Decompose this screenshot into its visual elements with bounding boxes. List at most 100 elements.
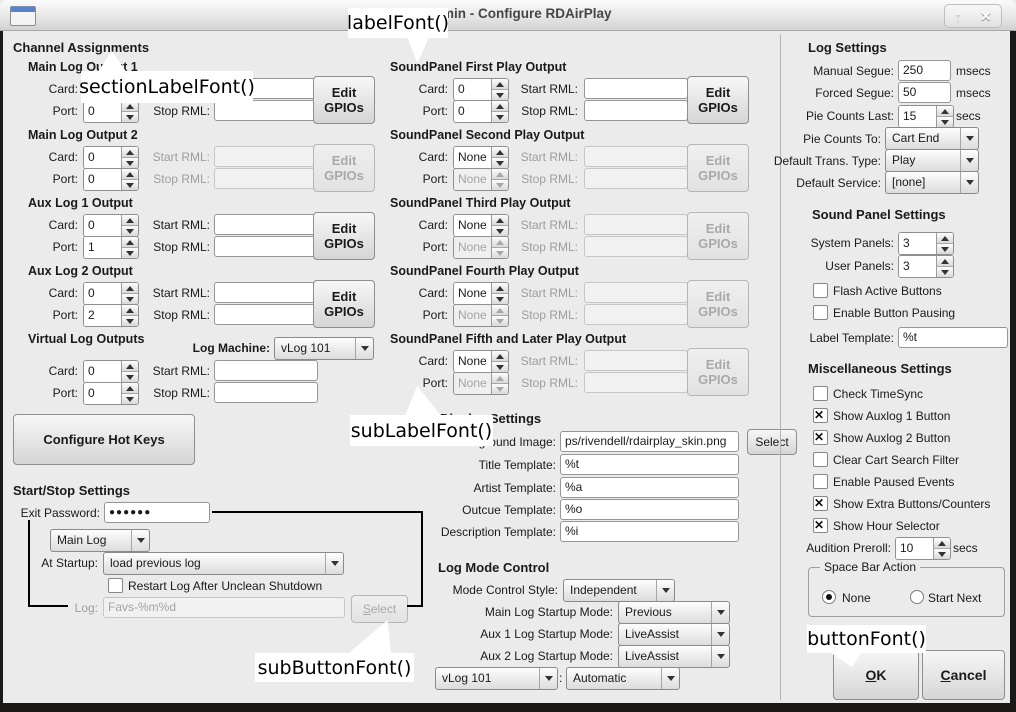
spin-up-icon[interactable] xyxy=(122,283,138,293)
spin-up-icon[interactable] xyxy=(492,215,508,225)
spin-up-icon[interactable] xyxy=(492,283,508,293)
spin-down-icon[interactable] xyxy=(492,157,508,168)
background-select-button[interactable]: Select xyxy=(747,429,797,455)
mode-control-style-combo[interactable]: Independent xyxy=(563,579,675,602)
spin-up-icon[interactable] xyxy=(122,215,138,225)
spin-buttons[interactable] xyxy=(121,147,138,168)
spin-buttons[interactable] xyxy=(121,215,138,236)
spin-down-icon[interactable] xyxy=(492,111,508,122)
edit-gpios-button[interactable]: EditGPIOs xyxy=(313,76,375,124)
stop-rml-field[interactable] xyxy=(214,100,318,121)
user-panels-spinbox[interactable]: 3 xyxy=(898,255,954,278)
card-spinbox[interactable]: None xyxy=(453,282,509,305)
artist-template-field[interactable]: %a xyxy=(560,477,739,498)
stop-rml-field[interactable] xyxy=(584,100,688,121)
spin-buttons[interactable] xyxy=(491,351,508,372)
spin-up-icon[interactable] xyxy=(937,256,953,266)
card-spinbox[interactable]: None xyxy=(453,350,509,373)
vlog-machine-combo[interactable]: vLog 101 xyxy=(435,667,558,690)
spin-buttons[interactable] xyxy=(121,101,138,122)
restart-log-checkbox[interactable] xyxy=(108,578,123,593)
spin-buttons[interactable] xyxy=(936,233,953,254)
spin-buttons[interactable] xyxy=(121,383,138,404)
card-spinbox[interactable]: 0 xyxy=(83,282,139,305)
spin-down-icon[interactable] xyxy=(492,293,508,304)
card-spinbox[interactable]: 0 xyxy=(83,360,139,383)
spin-buttons[interactable] xyxy=(936,106,953,127)
spin-buttons[interactable] xyxy=(491,147,508,168)
port-spinbox[interactable]: 2 xyxy=(83,304,139,327)
pie-counts-to-combo[interactable]: Cart End xyxy=(885,127,979,150)
configure-hot-keys-button[interactable]: Configure Hot Keys xyxy=(13,414,195,465)
vlog-mode-combo[interactable]: Automatic xyxy=(566,667,680,690)
spin-buttons[interactable] xyxy=(933,538,950,559)
spin-buttons[interactable] xyxy=(936,256,953,277)
spin-buttons[interactable] xyxy=(121,237,138,258)
spin-down-icon[interactable] xyxy=(122,157,138,168)
start-rml-field[interactable] xyxy=(214,214,318,235)
close-icon[interactable]: ✕ xyxy=(980,8,992,25)
spin-buttons[interactable] xyxy=(121,361,138,382)
space-bar-none-radio[interactable] xyxy=(822,590,836,604)
spin-down-icon[interactable] xyxy=(937,116,953,127)
exit-password-field[interactable]: ●●●●●● xyxy=(104,502,210,523)
spin-up-icon[interactable] xyxy=(492,101,508,111)
spin-down-icon[interactable] xyxy=(492,89,508,100)
system-panels-spinbox[interactable]: 3 xyxy=(898,232,954,255)
start-rml-field[interactable] xyxy=(584,78,688,99)
log-machine-combo[interactable]: vLog 101 xyxy=(274,337,374,360)
spin-up-icon[interactable] xyxy=(122,169,138,179)
port-spinbox[interactable]: 0 xyxy=(83,100,139,123)
stop-rml-field[interactable] xyxy=(214,382,318,403)
clear-cart-search-filter-checkbox[interactable] xyxy=(813,452,828,467)
spin-buttons[interactable] xyxy=(491,215,508,236)
aux1-log-startup-combo[interactable]: LiveAssist xyxy=(618,623,730,646)
spin-down-icon[interactable] xyxy=(122,315,138,326)
card-spinbox[interactable]: None xyxy=(453,146,509,169)
at-startup-combo[interactable]: load previous log xyxy=(103,552,344,575)
spin-up-icon[interactable] xyxy=(122,361,138,371)
port-spinbox[interactable]: 1 xyxy=(83,236,139,259)
stop-rml-field[interactable] xyxy=(214,304,318,325)
start-rml-field[interactable] xyxy=(214,360,318,381)
enable-paused-events-checkbox[interactable] xyxy=(813,474,828,489)
start-rml-field[interactable] xyxy=(214,282,318,303)
spin-down-icon[interactable] xyxy=(492,225,508,236)
manual-segue-field[interactable]: 250 xyxy=(898,60,951,81)
spin-down-icon[interactable] xyxy=(937,266,953,277)
main-log-startup-combo[interactable]: Previous xyxy=(618,601,730,624)
edit-gpios-button[interactable]: EditGPIOs xyxy=(313,280,375,328)
spin-up-icon[interactable] xyxy=(122,147,138,157)
spin-buttons[interactable] xyxy=(121,169,138,190)
card-spinbox[interactable]: 0 xyxy=(83,214,139,237)
spin-buttons[interactable] xyxy=(121,305,138,326)
background-image-field[interactable]: ps/rivendell/rdairplay_skin.png xyxy=(560,431,739,452)
spin-down-icon[interactable] xyxy=(122,247,138,258)
description-template-field[interactable]: %i xyxy=(560,521,739,542)
title-template-field[interactable]: %t xyxy=(560,454,739,475)
card-spinbox[interactable]: None xyxy=(453,214,509,237)
edit-gpios-button[interactable]: EditGPIOs xyxy=(313,212,375,260)
spin-up-icon[interactable] xyxy=(492,147,508,157)
spin-up-icon[interactable] xyxy=(122,305,138,315)
flash-active-buttons-checkbox[interactable] xyxy=(813,283,828,298)
spin-down-icon[interactable] xyxy=(122,225,138,236)
spin-buttons[interactable] xyxy=(491,283,508,304)
spin-up-icon[interactable] xyxy=(122,383,138,393)
spin-down-icon[interactable] xyxy=(122,371,138,382)
spin-down-icon[interactable] xyxy=(492,361,508,372)
space-bar-start-next-radio[interactable] xyxy=(910,590,924,604)
spin-down-icon[interactable] xyxy=(122,111,138,122)
spin-up-icon[interactable] xyxy=(937,106,953,116)
spin-down-icon[interactable] xyxy=(122,179,138,190)
spin-up-icon[interactable] xyxy=(492,351,508,361)
spin-buttons[interactable] xyxy=(121,283,138,304)
aux2-log-startup-combo[interactable]: LiveAssist xyxy=(618,645,730,668)
card-spinbox[interactable]: 0 xyxy=(83,146,139,169)
spin-up-icon[interactable] xyxy=(492,79,508,89)
forced-segue-field[interactable]: 50 xyxy=(898,82,951,103)
spin-buttons[interactable] xyxy=(491,101,508,122)
spin-up-icon[interactable] xyxy=(122,237,138,247)
audition-preroll-spinbox[interactable]: 10 xyxy=(895,537,951,560)
titlebar[interactable]: RDAdmin - Configure RDAirPlay ↑ ✕ xyxy=(0,0,1016,31)
